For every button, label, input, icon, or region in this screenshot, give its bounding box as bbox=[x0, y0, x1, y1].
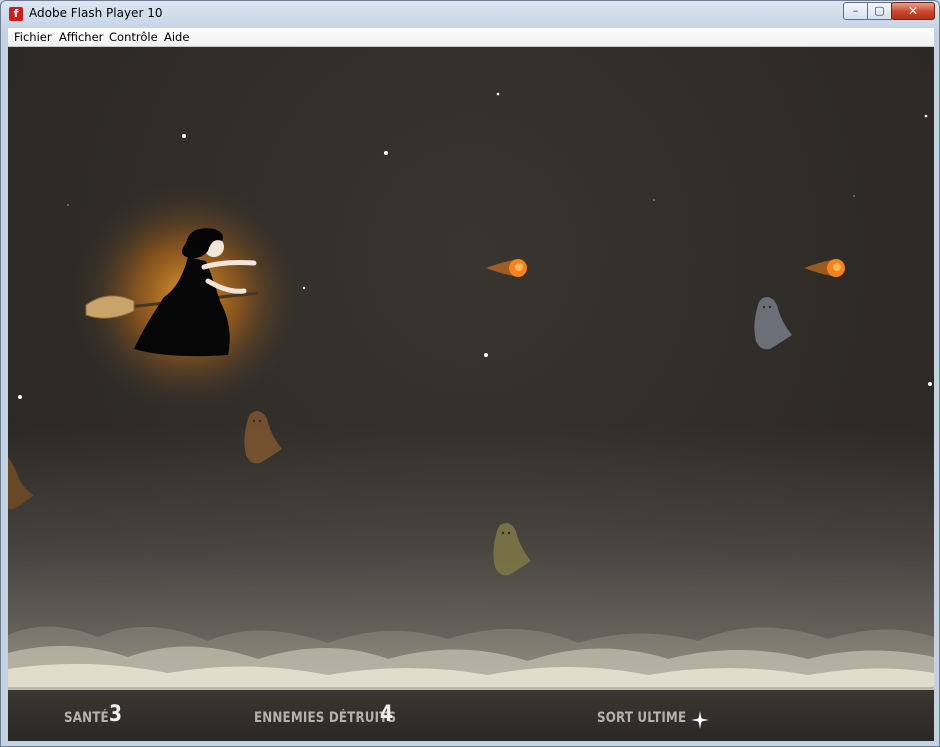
enemies-destroyed-label: ENNEMIES DÉTRUITS bbox=[254, 710, 397, 726]
star bbox=[384, 151, 388, 155]
fireball bbox=[486, 259, 527, 277]
flash-player-icon: f bbox=[9, 7, 23, 21]
ultimate-spell-label: SORT ULTIME bbox=[597, 710, 687, 726]
menu-fichier[interactable]: Fichier bbox=[14, 30, 52, 44]
star bbox=[484, 353, 488, 357]
menu-afficher[interactable]: Afficher bbox=[59, 30, 103, 44]
fireball bbox=[804, 259, 845, 277]
game-stage[interactable]: SANTÉ 3 ENNEMIES DÉTRUITS 4 SORT ULTIME bbox=[8, 47, 934, 741]
health-value: 3 bbox=[109, 702, 123, 727]
star bbox=[928, 382, 932, 386]
witch-player bbox=[70, 179, 306, 415]
window-title: Adobe Flash Player 10 bbox=[29, 6, 163, 20]
app-window: f Adobe Flash Player 10 – ▢ ✕ Fichier Af… bbox=[0, 0, 940, 747]
ghost-enemy bbox=[8, 457, 34, 509]
menu-bar: Fichier Afficher Contrôle Aide bbox=[8, 28, 934, 47]
ghost-enemy bbox=[244, 411, 282, 464]
ghost-enemy bbox=[493, 523, 531, 576]
menu-controle[interactable]: Contrôle bbox=[109, 30, 158, 44]
maximize-button[interactable]: ▢ bbox=[867, 2, 892, 20]
menu-aide[interactable]: Aide bbox=[164, 30, 189, 44]
sparkle-star-icon[interactable] bbox=[691, 711, 709, 729]
star bbox=[182, 134, 186, 138]
enemies-destroyed-value: 4 bbox=[380, 702, 394, 727]
minimize-button[interactable]: – bbox=[843, 2, 868, 20]
star bbox=[653, 199, 655, 201]
ghost-enemy bbox=[754, 297, 792, 350]
close-button[interactable]: ✕ bbox=[891, 2, 935, 20]
title-bar[interactable]: f Adobe Flash Player 10 – ▢ ✕ bbox=[1, 1, 939, 27]
star bbox=[853, 195, 855, 197]
star bbox=[18, 395, 22, 399]
star bbox=[924, 114, 928, 118]
hud-bar: SANTÉ 3 ENNEMIES DÉTRUITS 4 SORT ULTIME bbox=[8, 687, 934, 741]
cloud-layer bbox=[8, 626, 934, 687]
star bbox=[496, 92, 500, 96]
health-label: SANTÉ bbox=[64, 710, 109, 726]
